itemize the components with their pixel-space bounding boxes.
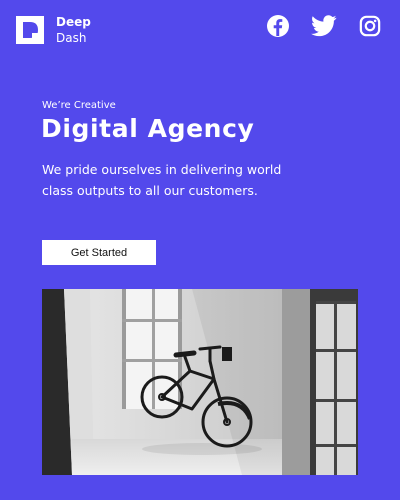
page: Deep Dash We’re Creative Digital Agency xyxy=(0,0,400,500)
letter-d-logo-icon xyxy=(16,16,44,44)
instagram-icon[interactable] xyxy=(356,12,384,40)
hero-eyebrow: We’re Creative xyxy=(42,100,116,111)
bicycle-photo xyxy=(42,289,358,475)
brand-name-line1: Deep xyxy=(56,15,91,29)
hero-description: We pride ourselves in delivering world c… xyxy=(42,162,282,198)
brand-name-line2: Dash xyxy=(56,31,87,45)
brand-name: Deep Dash xyxy=(56,14,91,46)
brand-logo[interactable]: Deep Dash xyxy=(16,14,91,46)
hero-image xyxy=(42,289,358,475)
social-links xyxy=(264,12,384,40)
get-started-button[interactable]: Get Started xyxy=(42,240,156,265)
twitter-icon[interactable] xyxy=(310,12,338,40)
hero-title: Digital Agency xyxy=(41,114,255,143)
facebook-icon[interactable] xyxy=(264,12,292,40)
